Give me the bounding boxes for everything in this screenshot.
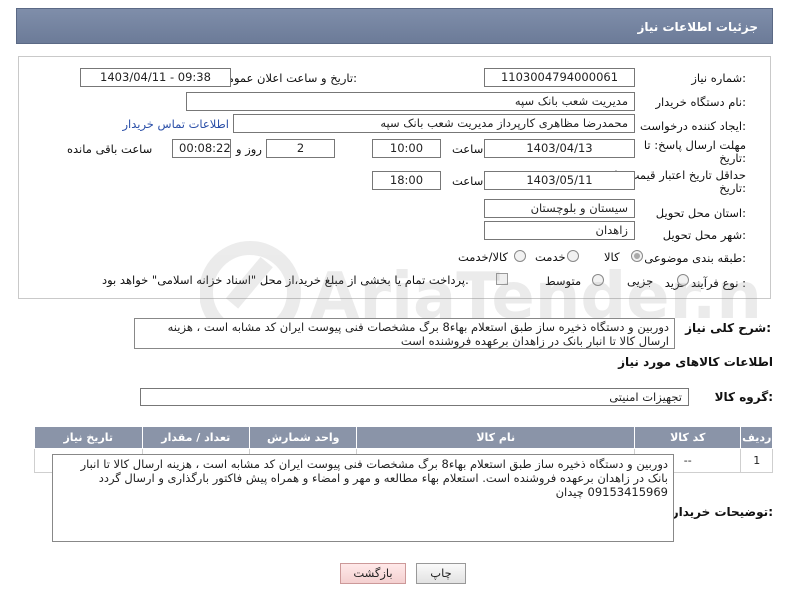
category-service-label: خدمت: [535, 250, 566, 264]
announce-date-label: تاریخ و ساعت اعلان عمومی:: [218, 71, 357, 85]
col-name: نام کالا: [356, 426, 636, 449]
buyer-org-label: نام دستگاه خریدار:: [655, 95, 746, 109]
buyer-notes-field: دوربین و دستگاه ذخیره ساز طبق استعلام به…: [52, 454, 674, 542]
deadline-label-date: تاریخ:: [719, 151, 746, 165]
need-number-field: 1103004794000061: [484, 68, 635, 87]
category-both-label: کالا/خدمت: [458, 250, 509, 264]
category-service-radio[interactable]: [567, 250, 579, 262]
province-field: سیستان و بلوچستان: [484, 199, 635, 218]
col-date: تاریخ نیاز: [34, 426, 143, 449]
category-goods-label: کالا: [604, 250, 620, 264]
validity-label-date: تاریخ:: [719, 181, 746, 195]
deadline-date-field: 1403/04/13: [484, 139, 635, 158]
print-button[interactable]: چاپ: [416, 563, 466, 584]
col-code: کد کالا: [634, 426, 742, 449]
purchase-minor-label: جزیی: [627, 274, 654, 288]
validity-time-label: ساعت: [452, 174, 484, 188]
category-both-radio[interactable]: [514, 250, 526, 262]
deadline-label: مهلت ارسال پاسخ: تا: [643, 138, 746, 152]
category-goods-radio[interactable]: [631, 250, 643, 262]
goods-info-title: اطلاعات کالاهای مورد نیاز: [618, 355, 773, 369]
time-remaining-label: ساعت باقی مانده: [67, 142, 153, 156]
validity-time-field: 18:00: [372, 171, 441, 190]
purchase-medium-radio[interactable]: [592, 274, 604, 286]
time-remaining-field: 00:08:22: [172, 139, 231, 158]
validity-date-field: 1403/05/11: [484, 171, 635, 190]
treasury-payment-checkbox[interactable]: [496, 273, 508, 285]
col-row: ردیف: [740, 426, 773, 449]
creator-label: ایجاد کننده درخواست:: [640, 119, 746, 133]
buyer-notes-label: توضیحات خریدار:: [671, 505, 773, 519]
buyer-contact-link[interactable]: اطلاعات تماس خریدار: [122, 117, 229, 131]
creator-field: محمدرضا مظاهری کارپرداز مدیریت شعب بانک …: [233, 114, 635, 133]
col-qty: تعداد / مقدار: [141, 426, 251, 449]
general-desc-label: شرح کلی نیاز:: [685, 321, 771, 335]
deadline-time-field: 10:00: [372, 139, 441, 158]
purchase-medium-label: متوسط: [545, 274, 582, 288]
page-title: جزئیات اطلاعات نیاز: [637, 20, 758, 34]
page-header: جزئیات اطلاعات نیاز: [16, 8, 773, 44]
purchase-minor-radio[interactable]: [677, 274, 689, 286]
deadline-time-label: ساعت: [452, 142, 484, 156]
goods-group-field: تجهیزات امنیتی: [140, 388, 689, 406]
buyer-org-field: مدیریت شعب بانک سپه: [186, 92, 635, 111]
general-desc-field: دوربین و دستگاه ذخیره ساز طبق استعلام به…: [134, 318, 675, 349]
announce-date-field: 1403/04/11 - 09:38: [80, 68, 231, 87]
category-label: طبقه بندی موضوعی:: [644, 251, 746, 265]
province-label: استان محل تحویل:: [655, 206, 746, 220]
treasury-payment-note: پرداخت تمام یا بخشی از مبلغ خرید،از محل …: [102, 273, 469, 287]
cell-row: 1: [740, 448, 773, 473]
need-number-label: شماره نیاز:: [691, 71, 746, 85]
days-label: روز و: [236, 142, 262, 156]
city-label: شهر محل تحویل:: [662, 228, 746, 242]
city-field: زاهدان: [484, 221, 635, 240]
goods-group-label: گروه کالا:: [714, 390, 773, 404]
back-button[interactable]: بازگشت: [340, 563, 406, 584]
col-unit: واحد شمارش: [248, 426, 358, 449]
days-remaining-field: 2: [266, 139, 335, 158]
